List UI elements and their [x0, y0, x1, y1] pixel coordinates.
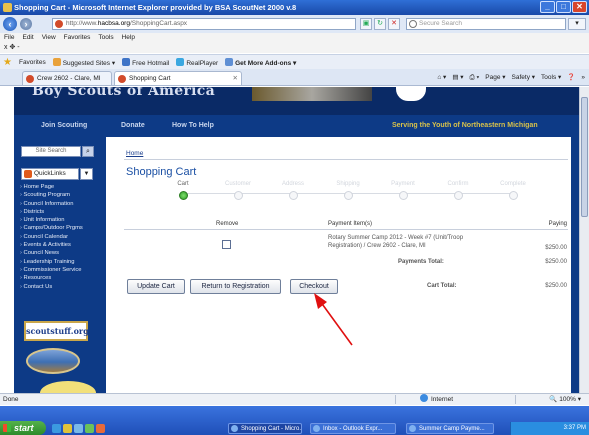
fav-suggested-sites[interactable]: Suggested Sites ▾	[52, 57, 116, 67]
status-bar: Done Internet 🔍 100% ▾	[0, 393, 589, 405]
system-tray: 3:37 PM	[510, 422, 589, 435]
vertical-scrollbar[interactable]	[579, 87, 589, 393]
status-text: Done	[3, 396, 19, 403]
taskbar-summer-camp[interactable]: Summer Camp Payme...	[406, 423, 494, 434]
close-button[interactable]: ✕	[572, 1, 587, 13]
windows-taskbar: start Shopping Cart - Micro... Inbox - O…	[0, 406, 589, 435]
menu-edit[interactable]: Edit	[22, 33, 33, 43]
feeds-icon[interactable]: ▤ ▾	[452, 72, 463, 83]
fav-suggested-label: Suggested Sites ▾	[62, 59, 116, 67]
menu-help[interactable]: Help	[122, 33, 135, 43]
addon-toolbar[interactable]: x ✥ -	[0, 43, 589, 53]
tab-cart-label: Shopping Cart	[129, 75, 171, 82]
taskbar-shopping-cart[interactable]: Shopping Cart - Micro...	[228, 423, 302, 434]
url-prefix: http://www.	[66, 20, 98, 27]
scrollbar-thumb[interactable]	[581, 97, 588, 217]
status-separator	[515, 395, 516, 404]
command-bar: ⌂ ▾ ▤ ▾ ⎙ ▾ Page ▾ Safety ▾ Tools ▾ ❓ »	[437, 72, 585, 83]
print-icon[interactable]: ⎙ ▾	[470, 72, 480, 83]
menu-file[interactable]: File	[4, 33, 14, 43]
fav-free-hotmail[interactable]: Free Hotmail	[122, 57, 170, 67]
menu-favorites[interactable]: Favorites	[64, 33, 91, 43]
minimize-button[interactable]: _	[540, 1, 555, 13]
annotation-arrow	[314, 293, 353, 346]
hotmail-icon	[122, 57, 131, 66]
site-favicon	[55, 20, 63, 28]
address-toolbar: ‹ › http://www.hacbsa.org/ShoppingCart.a…	[0, 15, 589, 33]
search-input[interactable]: Secure Search	[406, 18, 566, 30]
quicklaunch-app-icon[interactable]	[85, 424, 94, 433]
menu-bar: File Edit View Favorites Tools Help	[0, 33, 589, 43]
quicklaunch-folder-icon[interactable]	[63, 424, 72, 433]
realplayer-icon	[176, 57, 185, 66]
quicklaunch-desktop-icon[interactable]	[74, 424, 83, 433]
fav-get-more-addons[interactable]: Get More Add-ons ▾	[225, 57, 297, 67]
refresh-icon[interactable]: ↻	[374, 18, 386, 30]
tab-crew-label: Crew 2602 - Clare, MI	[37, 75, 101, 82]
help-icon[interactable]: ❓	[567, 72, 575, 83]
menu-tools[interactable]: Tools	[98, 33, 113, 43]
maximize-button[interactable]: □	[556, 1, 571, 13]
start-button[interactable]: start	[0, 421, 46, 435]
back-button[interactable]: ‹	[3, 17, 17, 31]
clock: 3:37 PM	[563, 425, 586, 431]
favorites-button[interactable]: Favorites	[19, 59, 46, 66]
forward-button[interactable]: ›	[20, 18, 32, 30]
fav-realplayer[interactable]: RealPlayer	[176, 57, 219, 67]
tools-menu[interactable]: Tools ▾	[541, 72, 561, 83]
page-menu[interactable]: Page ▾	[485, 72, 505, 83]
fav-hotmail-label: Free Hotmail	[132, 59, 170, 67]
window-title: Shopping Cart - Microsoft Internet Explo…	[14, 3, 297, 12]
security-zone[interactable]: Internet	[420, 394, 453, 405]
window-title-bar: Shopping Cart - Microsoft Internet Explo…	[0, 0, 589, 15]
fav-realplayer-label: RealPlayer	[186, 59, 219, 67]
url-path: /ShoppingCart.aspx	[129, 20, 188, 27]
ie-icon	[3, 3, 12, 12]
home-icon[interactable]: ⌂ ▾	[437, 72, 446, 83]
fav-addons-label: Get More Add-ons ▾	[235, 59, 297, 67]
safety-menu[interactable]: Safety ▾	[512, 72, 536, 83]
status-separator	[395, 395, 396, 404]
stop-icon[interactable]: ✕	[388, 18, 400, 30]
address-bar[interactable]: http://www.hacbsa.org/ShoppingCart.aspx	[52, 18, 356, 30]
tab-shopping-cart[interactable]: Shopping Cart ✕	[114, 71, 242, 85]
addons-icon	[225, 57, 234, 66]
suggested-sites-icon	[52, 57, 61, 66]
zoom-value: 100%	[559, 396, 576, 403]
window-controls: _ □ ✕	[540, 1, 587, 13]
address-controls: ▣ ↻ ✕	[360, 18, 400, 30]
favorites-star-icon[interactable]: ★	[3, 57, 12, 68]
arrow-shaft	[319, 300, 353, 346]
quicklaunch-ie-icon[interactable]	[52, 424, 61, 433]
search-options-button[interactable]: ▾	[568, 18, 586, 30]
tab-close-icon[interactable]: ✕	[233, 72, 238, 85]
tab-favicon	[26, 75, 34, 83]
tab-crew-2602[interactable]: Crew 2602 - Clare, MI	[22, 71, 112, 85]
compat-view-icon[interactable]: ▣	[360, 18, 372, 30]
favorites-bar: ★ Favorites Suggested Sites ▾ Free Hotma…	[0, 54, 589, 69]
page-viewport: Boy Scouts of America Join Scouting Dona…	[0, 87, 589, 393]
overflow-chevron[interactable]: »	[581, 72, 585, 83]
menu-view[interactable]: View	[42, 33, 56, 43]
zoom-level[interactable]: 🔍 100% ▾	[549, 394, 581, 405]
tab-favicon	[118, 75, 126, 83]
quicklaunch-media-icon[interactable]	[96, 424, 105, 433]
taskbar-outlook[interactable]: Inbox - Outlook Expr...	[310, 423, 396, 434]
url-host: hacbsa.org	[97, 20, 130, 27]
